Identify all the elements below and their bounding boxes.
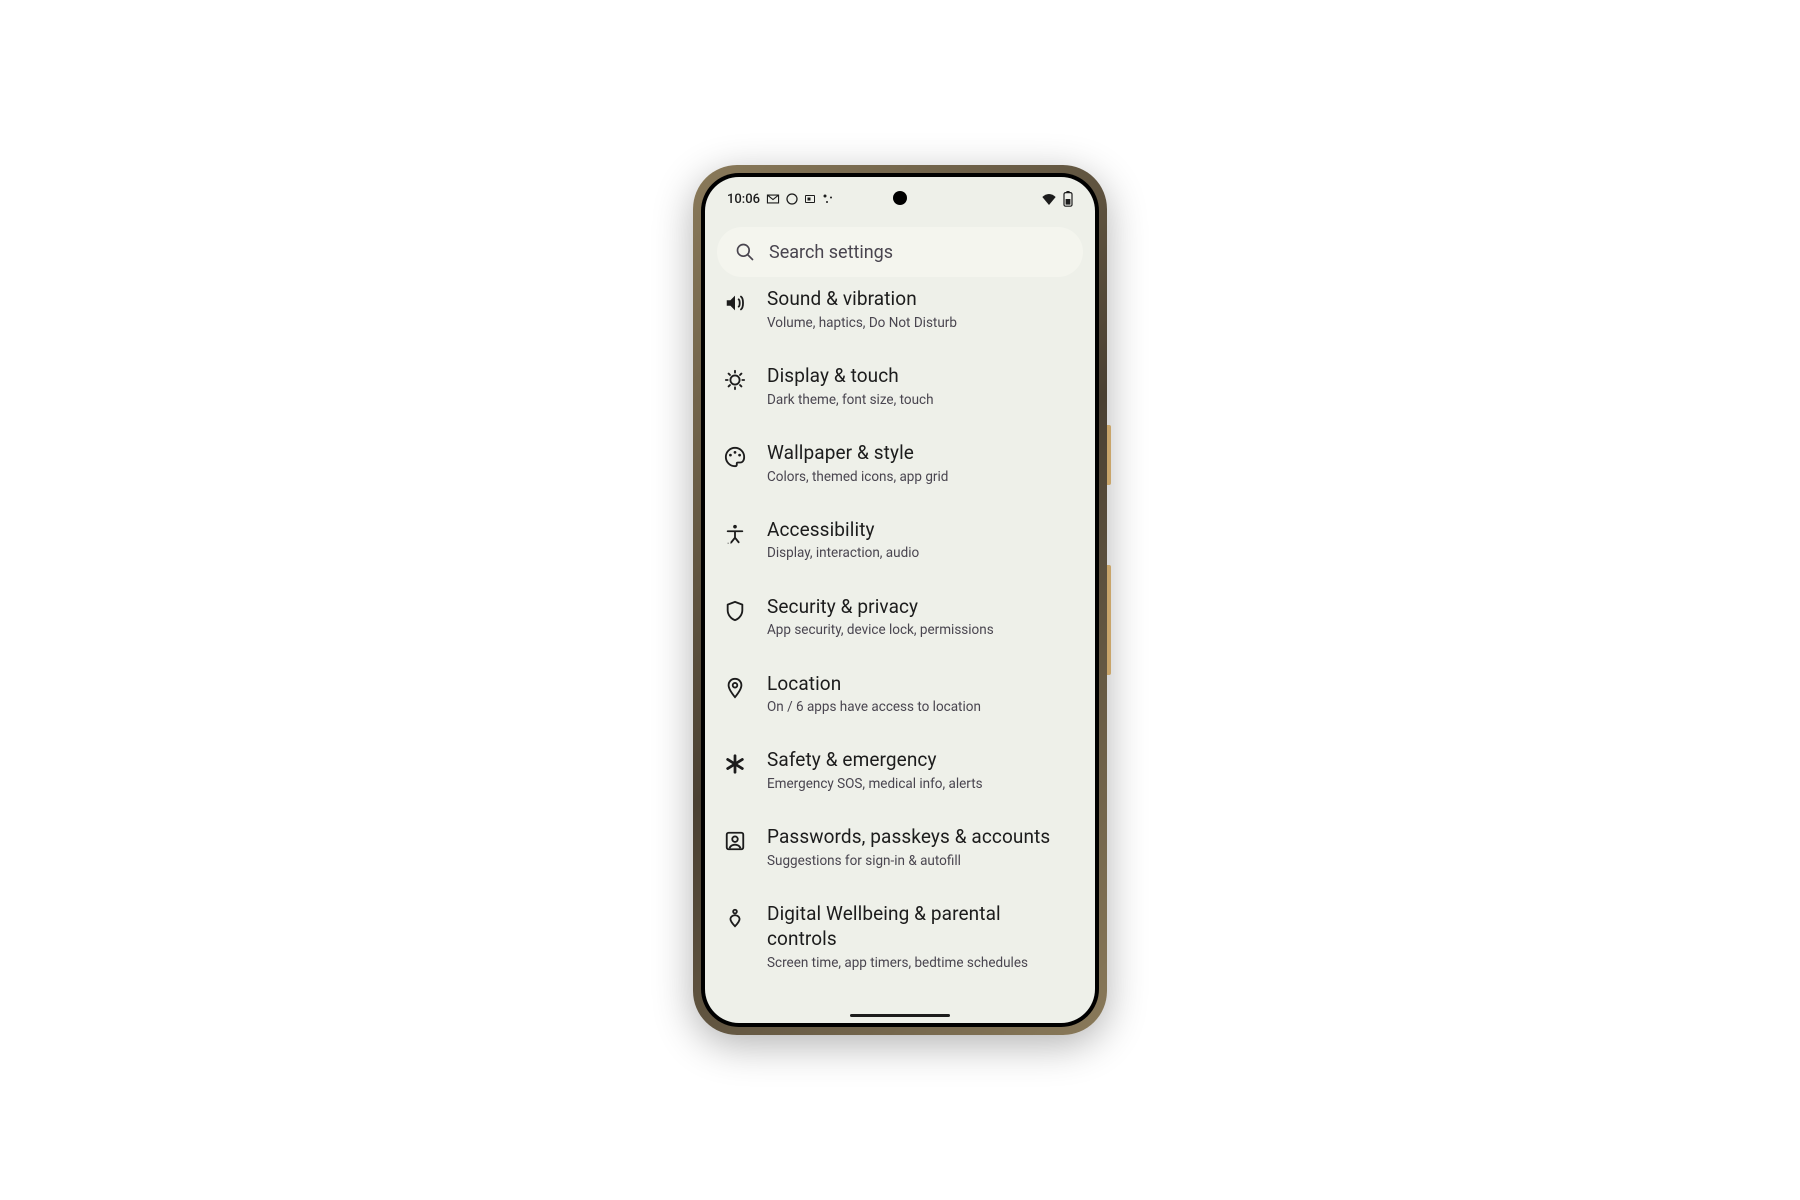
settings-item-passwords[interactable]: Passwords, passkeys & accounts Suggestio… xyxy=(705,809,1095,886)
account-box-icon xyxy=(723,829,747,853)
palette-icon xyxy=(723,445,747,469)
search-icon xyxy=(735,242,755,262)
location-icon xyxy=(723,676,747,700)
search-placeholder: Search settings xyxy=(769,242,893,263)
brightness-icon xyxy=(723,368,747,392)
power-button xyxy=(1107,425,1111,485)
settings-item-title: Sound & vibration xyxy=(767,287,1075,312)
settings-item-title: Safety & emergency xyxy=(767,748,1075,773)
wellbeing-icon xyxy=(723,906,747,930)
volume-button xyxy=(1107,565,1111,675)
screenshot-icon xyxy=(804,193,816,205)
settings-item-display[interactable]: Display & touch Dark theme, font size, t… xyxy=(705,348,1095,425)
settings-item-security[interactable]: Security & privacy App security, device … xyxy=(705,579,1095,656)
settings-item-sub: Dark theme, font size, touch xyxy=(767,391,1075,409)
gmail-icon xyxy=(766,194,780,204)
dots-icon xyxy=(822,193,834,205)
battery-icon xyxy=(1063,191,1073,207)
settings-item-wallpaper[interactable]: Wallpaper & style Colors, themed icons, … xyxy=(705,425,1095,502)
settings-item-sub: Screen time, app timers, bedtime schedul… xyxy=(767,954,1075,972)
shield-icon xyxy=(723,599,747,623)
settings-item-accessibility[interactable]: Accessibility Display, interaction, audi… xyxy=(705,502,1095,579)
settings-item-sub: Volume, haptics, Do Not Disturb xyxy=(767,314,1075,332)
circle-icon xyxy=(786,193,798,205)
settings-item-sub: Display, interaction, audio xyxy=(767,544,1075,562)
accessibility-icon xyxy=(723,522,747,546)
settings-item-wellbeing[interactable]: Digital Wellbeing & parental controls Sc… xyxy=(705,886,1095,988)
camera-hole xyxy=(893,191,907,205)
settings-item-title: Digital Wellbeing & parental controls xyxy=(767,902,1075,951)
volume-icon xyxy=(723,291,747,315)
settings-list[interactable]: Sound & vibration Volume, haptics, Do No… xyxy=(705,277,1095,1023)
settings-item-title: Passwords, passkeys & accounts xyxy=(767,825,1075,850)
search-bar[interactable]: Search settings xyxy=(717,227,1083,277)
phone-frame: 10:06 xyxy=(693,165,1107,1035)
screen: 10:06 xyxy=(705,177,1095,1023)
settings-item-sub: Suggestions for sign-in & autofill xyxy=(767,852,1075,870)
nav-indicator[interactable] xyxy=(850,1014,950,1017)
wifi-icon xyxy=(1041,193,1057,205)
settings-item-title: Security & privacy xyxy=(767,595,1075,620)
settings-item-sub: Emergency SOS, medical info, alerts xyxy=(767,775,1075,793)
settings-item-sub: App security, device lock, permissions xyxy=(767,621,1075,639)
settings-item-title: Accessibility xyxy=(767,518,1075,543)
settings-item-sound[interactable]: Sound & vibration Volume, haptics, Do No… xyxy=(705,283,1095,348)
settings-item-title: Location xyxy=(767,672,1075,697)
asterisk-icon xyxy=(723,752,747,776)
settings-item-title: Display & touch xyxy=(767,364,1075,389)
settings-item-safety[interactable]: Safety & emergency Emergency SOS, medica… xyxy=(705,732,1095,809)
settings-item-location[interactable]: Location On / 6 apps have access to loca… xyxy=(705,656,1095,733)
settings-item-sub: Colors, themed icons, app grid xyxy=(767,468,1075,486)
settings-item-title: Wallpaper & style xyxy=(767,441,1075,466)
settings-item-sub: On / 6 apps have access to location xyxy=(767,698,1075,716)
status-time: 10:06 xyxy=(727,192,760,207)
